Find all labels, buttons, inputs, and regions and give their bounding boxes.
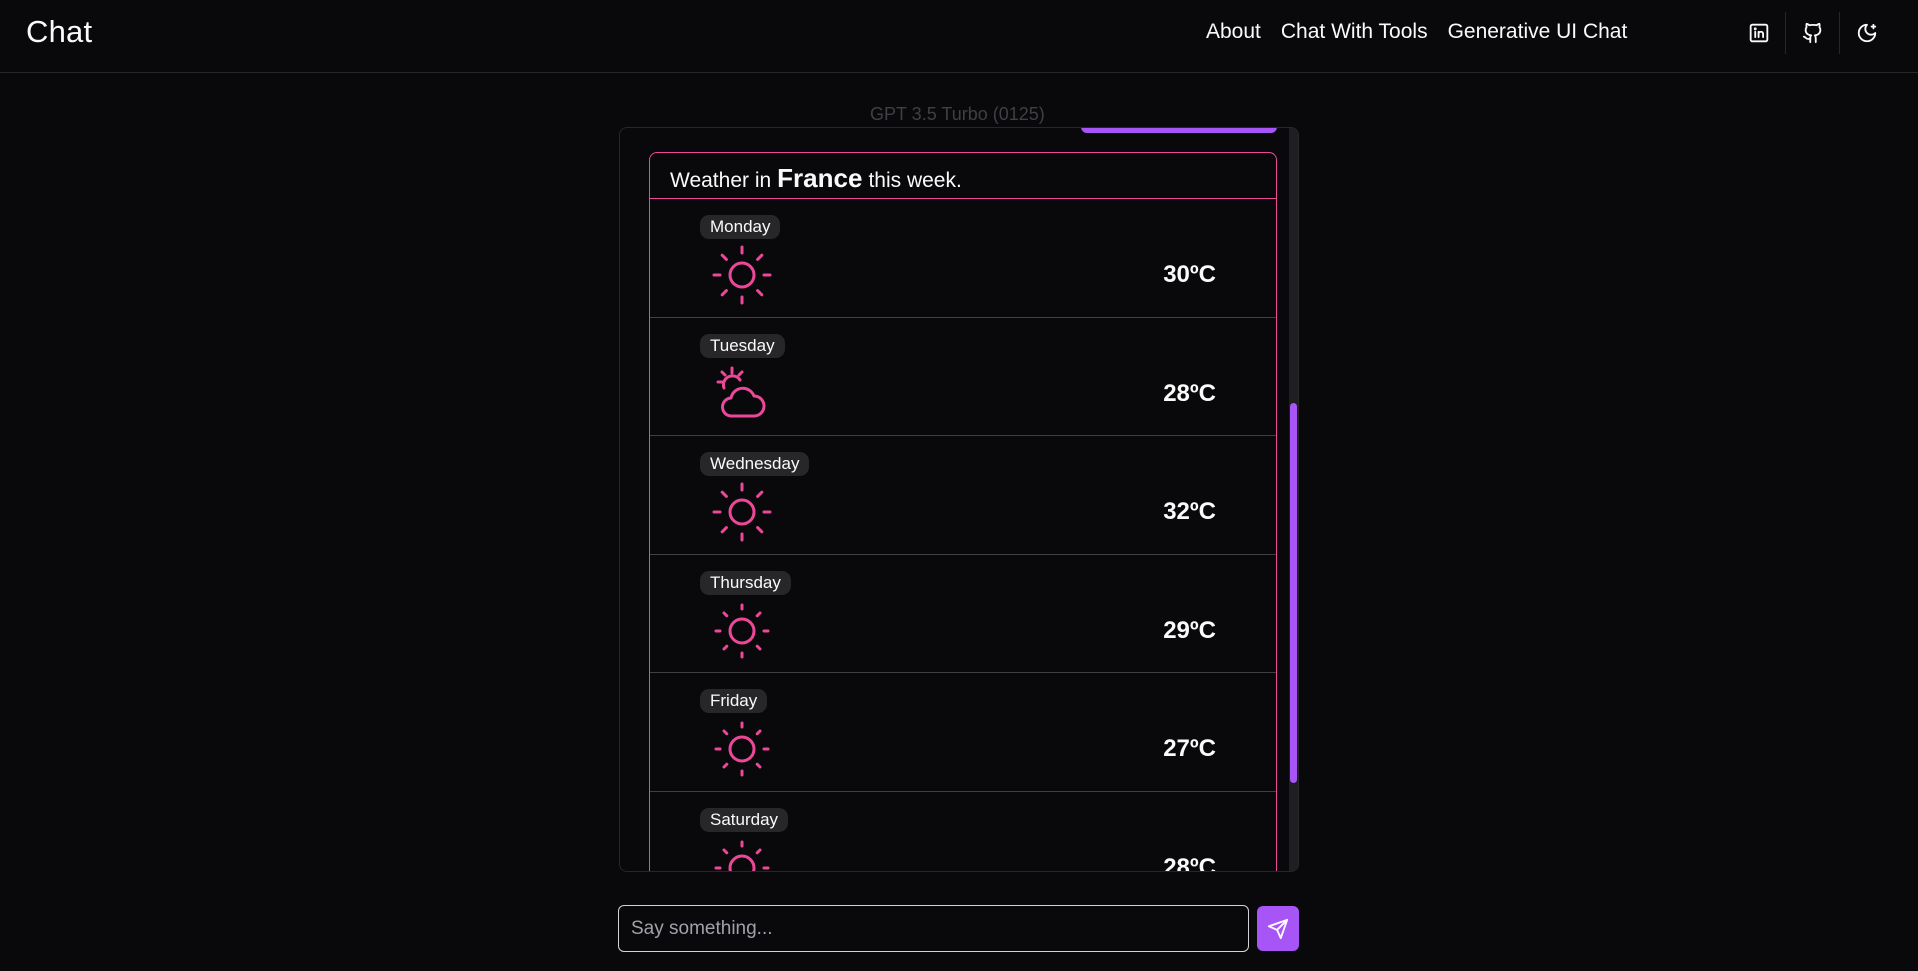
partly-cloudy-icon [716,366,766,417]
weather-title-suffix: this week. [868,169,962,192]
top-bar: Chat About Chat With Tools Generative UI… [0,0,1918,73]
weather-day-row: Monday 30ºC [650,199,1276,318]
sun-icon [714,840,770,871]
brand-title[interactable]: Chat [26,14,92,50]
weather-card: Weather in France this week. Monday 30ºC… [649,152,1277,872]
day-temperature: 29ºC [1163,616,1216,644]
weather-day-row: Wednesday 32ºC [650,436,1276,555]
day-temperature: 27ºC [1163,735,1216,762]
day-label: Monday [700,215,781,239]
day-label: Tuesday [700,333,785,358]
sun-icon [714,721,770,777]
theme-toggle-icon [1857,23,1877,43]
previous-message-edge [1081,128,1277,133]
day-temperature: 32ºC [1163,498,1216,525]
message-input[interactable] [618,905,1249,952]
github-icon [1802,22,1822,44]
sun-icon [712,245,772,305]
nav-generative-ui-chat-link[interactable]: Generative UI Chat [1448,20,1628,44]
day-label: Thursday [700,570,791,595]
chat-scrollbar-thumb[interactable] [1290,403,1297,783]
header-icon-group [1732,0,1894,66]
weather-card-title: Weather in France this week. [650,153,1276,199]
weather-title-prefix: Weather in [670,169,772,192]
chat-scrollbar[interactable] [1289,128,1298,871]
github-button[interactable] [1786,10,1840,56]
sun-icon [712,482,772,542]
day-label: Friday [700,689,768,713]
main-nav: About Chat With Tools Generative UI Chat [1206,20,1627,44]
model-label: GPT 3.5 Turbo (0125) [870,104,1045,124]
linkedin-icon [1749,23,1769,43]
send-icon [1267,918,1289,939]
day-temperature: 28ºC [1163,853,1216,872]
nav-chat-with-tools-link[interactable]: Chat With Tools [1281,20,1428,44]
chat-panel: Weather in France this week. Monday 30ºC… [619,127,1299,872]
sun-icon [714,603,770,658]
weather-day-row: Tuesday 28ºC [650,318,1276,436]
weather-day-row: Friday 27ºC [650,673,1276,792]
day-label: Wednesday [700,452,810,476]
theme-toggle-button[interactable] [1840,10,1894,56]
weather-day-row: Thursday 29ºC [650,555,1276,673]
day-temperature: 28ºC [1163,379,1216,407]
weather-title-country: France [777,163,863,193]
send-button[interactable] [1257,906,1299,951]
day-label: Saturday [700,807,789,832]
weather-day-row: Saturday 28ºC [650,792,1276,872]
linkedin-button[interactable] [1732,10,1786,56]
day-temperature: 30ºC [1163,261,1216,288]
nav-about-link[interactable]: About [1206,20,1261,44]
